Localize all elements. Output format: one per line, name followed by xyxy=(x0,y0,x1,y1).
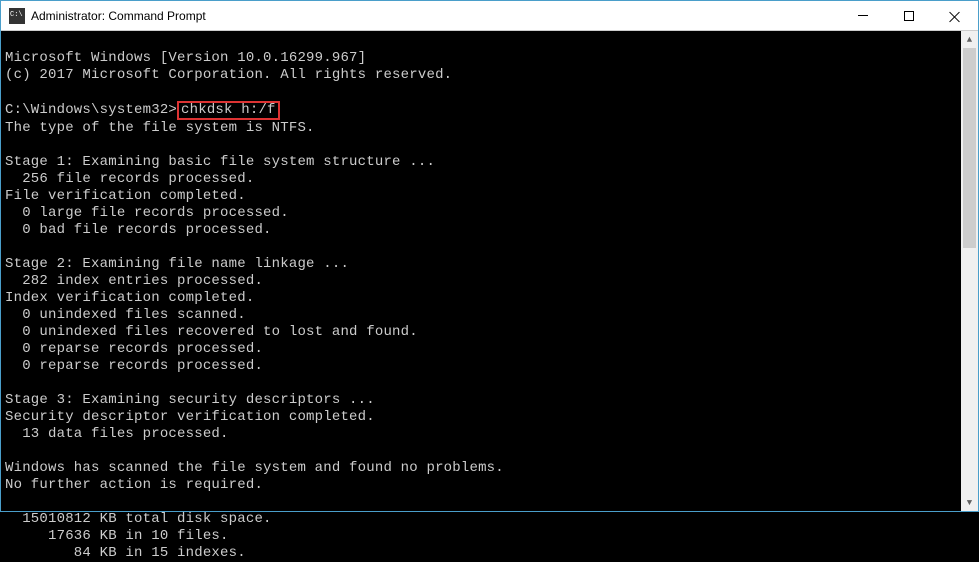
output-line: Windows has scanned the file system and … xyxy=(5,460,504,476)
window-controls xyxy=(840,1,978,31)
output-line: Index verification completed. xyxy=(5,290,254,306)
output-line: 0 reparse records processed. xyxy=(5,341,263,357)
close-button[interactable] xyxy=(932,1,978,31)
output-line: Microsoft Windows [Version 10.0.16299.96… xyxy=(5,50,366,66)
maximize-icon xyxy=(904,11,914,21)
output-line: 15010812 KB total disk space. xyxy=(5,511,272,527)
cmd-icon xyxy=(9,8,25,24)
window-titlebar[interactable]: Administrator: Command Prompt xyxy=(1,1,978,31)
scroll-up-arrow-icon[interactable]: ▲ xyxy=(961,31,978,48)
scroll-thumb[interactable] xyxy=(963,48,976,248)
maximize-button[interactable] xyxy=(886,1,932,31)
terminal-output[interactable]: Microsoft Windows [Version 10.0.16299.96… xyxy=(1,31,961,511)
output-line: File verification completed. xyxy=(5,188,246,204)
output-line: 0 unindexed files scanned. xyxy=(5,307,246,323)
vertical-scrollbar[interactable]: ▲ ▼ xyxy=(961,31,978,511)
output-line: Stage 1: Examining basic file system str… xyxy=(5,154,435,170)
output-line: 256 file records processed. xyxy=(5,171,254,187)
output-line: No further action is required. xyxy=(5,477,263,493)
close-icon xyxy=(949,10,961,22)
output-line: Security descriptor verification complet… xyxy=(5,409,375,425)
output-line: Stage 2: Examining file name linkage ... xyxy=(5,256,349,272)
output-line: The type of the file system is NTFS. xyxy=(5,120,315,136)
output-line: 84 KB in 15 indexes. xyxy=(5,545,246,561)
scroll-down-arrow-icon[interactable]: ▼ xyxy=(961,494,978,511)
output-line: 0 large file records processed. xyxy=(5,205,289,221)
output-line: 13 data files processed. xyxy=(5,426,229,442)
minimize-icon xyxy=(858,15,868,16)
output-line: 0 reparse records processed. xyxy=(5,358,263,374)
output-line: 282 index entries processed. xyxy=(5,273,263,289)
output-line: Stage 3: Examining security descriptors … xyxy=(5,392,375,408)
minimize-button[interactable] xyxy=(840,1,886,31)
output-line: 17636 KB in 10 files. xyxy=(5,528,229,544)
prompt-path: C:\Windows\system32> xyxy=(5,102,177,118)
output-line: (c) 2017 Microsoft Corporation. All righ… xyxy=(5,67,452,83)
output-line: 0 bad file records processed. xyxy=(5,222,272,238)
window-title: Administrator: Command Prompt xyxy=(31,9,840,23)
output-line: 0 unindexed files recovered to lost and … xyxy=(5,324,418,340)
highlighted-command: chkdsk h:/f xyxy=(177,101,280,120)
